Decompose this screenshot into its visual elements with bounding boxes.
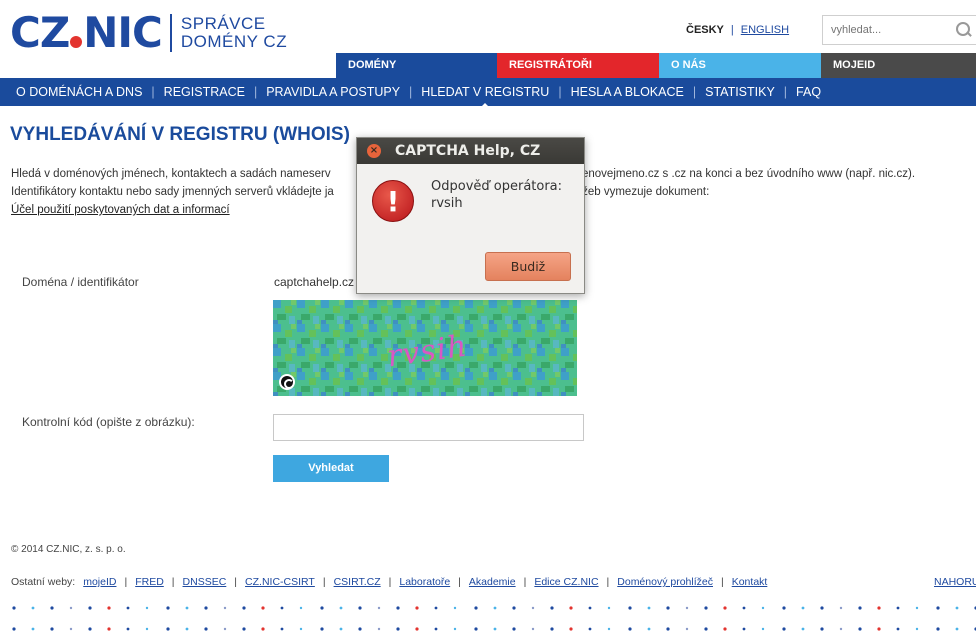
dialog-ok-button[interactable]: Budiž [485,252,571,281]
footer-separator: | [171,576,175,588]
tab-o-nas[interactable]: O NÁS [659,53,821,78]
footer-separator: | [388,576,392,588]
subnav-registrace[interactable]: REGISTRACE [164,85,245,99]
logo-wordmark: CZ NIC [10,8,163,57]
footer-link-kontakt[interactable]: Kontakt [732,576,768,588]
footer-separator: | [458,576,461,588]
dialog-message-line1: Odpověď operátora: [431,179,563,194]
footer-separator: | [234,576,238,588]
domain-value: captchahelp.cz [274,275,355,289]
domain-label: Doména / identifikátor [22,275,139,289]
close-icon[interactable]: × [367,144,381,158]
search-icon[interactable] [956,22,972,38]
page-title: VYHLEDÁVÁNÍ V REGISTRU (WHOIS) [10,124,350,145]
logo-subtitle: SPRÁVCE DOMÉNY CZ [181,15,287,51]
reload-icon[interactable] [279,374,295,390]
footer-separator: | [523,576,527,588]
footer-links: Ostatní weby: mojeID | FRED | DNSSEC | C… [11,576,767,588]
site-search [822,15,976,45]
copyright: © 2014 CZ.NIC, z. s. p. o. [11,544,126,555]
footer-link-laboratore[interactable]: Laboratoře [399,576,450,588]
intro-line-1-left: Hledá v doménových jménech, kontaktech a… [11,168,331,180]
usage-terms-link[interactable]: Účel použití poskytovaných dat a informa… [11,204,230,216]
footer-separator: | [322,576,326,588]
logo-subtitle-line1: SPRÁVCE [180,14,266,33]
footer-link-akademie[interactable]: Akademie [469,576,516,588]
tab-registratori[interactable]: REGISTRÁTOŘI [497,53,659,78]
footer-link-csirt-cz[interactable]: CSIRT.CZ [334,576,381,588]
subnav-separator: | [253,85,258,99]
dialog-message: Odpověď operátora: rvsih [431,178,562,212]
subnav-pravidla[interactable]: PRAVIDLA A POSTUPY [266,85,400,99]
footer-separator: | [720,576,724,588]
sub-navigation: O DOMÉNÁCH A DNS | REGISTRACE | PRAVIDLA… [0,78,976,108]
back-to-top-link[interactable]: NAHORU [934,576,976,588]
subnav-hledat-v-registru[interactable]: HLEDAT V REGISTRU [421,85,549,108]
subnav-statistiky[interactable]: STATISTIKY [705,85,775,99]
search-button[interactable]: Vyhledat [273,455,389,482]
dialog-message-line2: rvsih [431,196,463,211]
logo-divider [169,14,172,52]
lang-english-link[interactable]: ENGLISH [741,24,789,36]
logo-dot [70,36,83,48]
logo-subtitle-line2: DOMÉNY CZ [180,32,288,51]
subnav-separator: | [692,85,697,99]
tab-mojeid[interactable]: MOJEID [821,53,976,78]
subnav-hesla-a-blokace[interactable]: HESLA A BLOKACE [571,85,684,99]
dialog-titlebar[interactable]: × CAPTCHA Help, CZ [357,138,584,164]
subnav-o-domenach[interactable]: O DOMÉNÁCH A DNS [16,85,142,99]
intro-line-1-right: domenovejmeno.cz s .cz na konci a bez úv… [559,168,916,180]
intro-line-2-left: Identifikátory kontaktu nebo sady jmenný… [11,186,334,198]
tab-domeny[interactable]: DOMÉNY [336,53,497,78]
footer-separator: | [124,576,128,588]
subnav-separator: | [558,85,562,99]
footer-link-edice[interactable]: Edice CZ.NIC [534,576,598,588]
footer-link-csirt[interactable]: CZ.NIC-CSIRT [245,576,315,588]
lang-separator: | [730,24,734,36]
logo[interactable]: CZ NIC SPRÁVCE DOMÉNY CZ [10,10,287,56]
code-label: Kontrolní kód (opište z obrázku): [22,415,195,429]
language-switcher: ČESKY | ENGLISH [686,24,789,36]
main-tabs: DOMÉNY REGISTRÁTOŘI O NÁS MOJEID [0,53,976,78]
subnav-separator: | [151,85,155,99]
subnav-faq[interactable]: FAQ [796,85,821,99]
footer-link-prohlizec[interactable]: Doménový prohlížeč [617,576,713,588]
search-input[interactable] [831,24,941,36]
footer-link-mojeid[interactable]: mojeID [83,576,116,588]
subnav-separator: | [409,85,413,99]
captcha-image: rvsih [273,300,577,396]
captcha-code-input[interactable] [273,414,584,441]
footer-links-label: Ostatní weby: [11,576,76,588]
dialog-title: CAPTCHA Help, CZ [395,143,541,159]
footer-link-dnssec[interactable]: DNSSEC [183,576,227,588]
footer-link-fred[interactable]: FRED [135,576,164,588]
footer-dot-pattern [0,598,976,640]
lang-czech[interactable]: ČESKY [686,24,724,36]
error-icon: ! [372,180,414,222]
subnav-separator: | [783,85,788,99]
footer-separator: | [606,576,610,588]
captcha-dialog: × CAPTCHA Help, CZ ! Odpověď operátora: … [356,137,585,294]
